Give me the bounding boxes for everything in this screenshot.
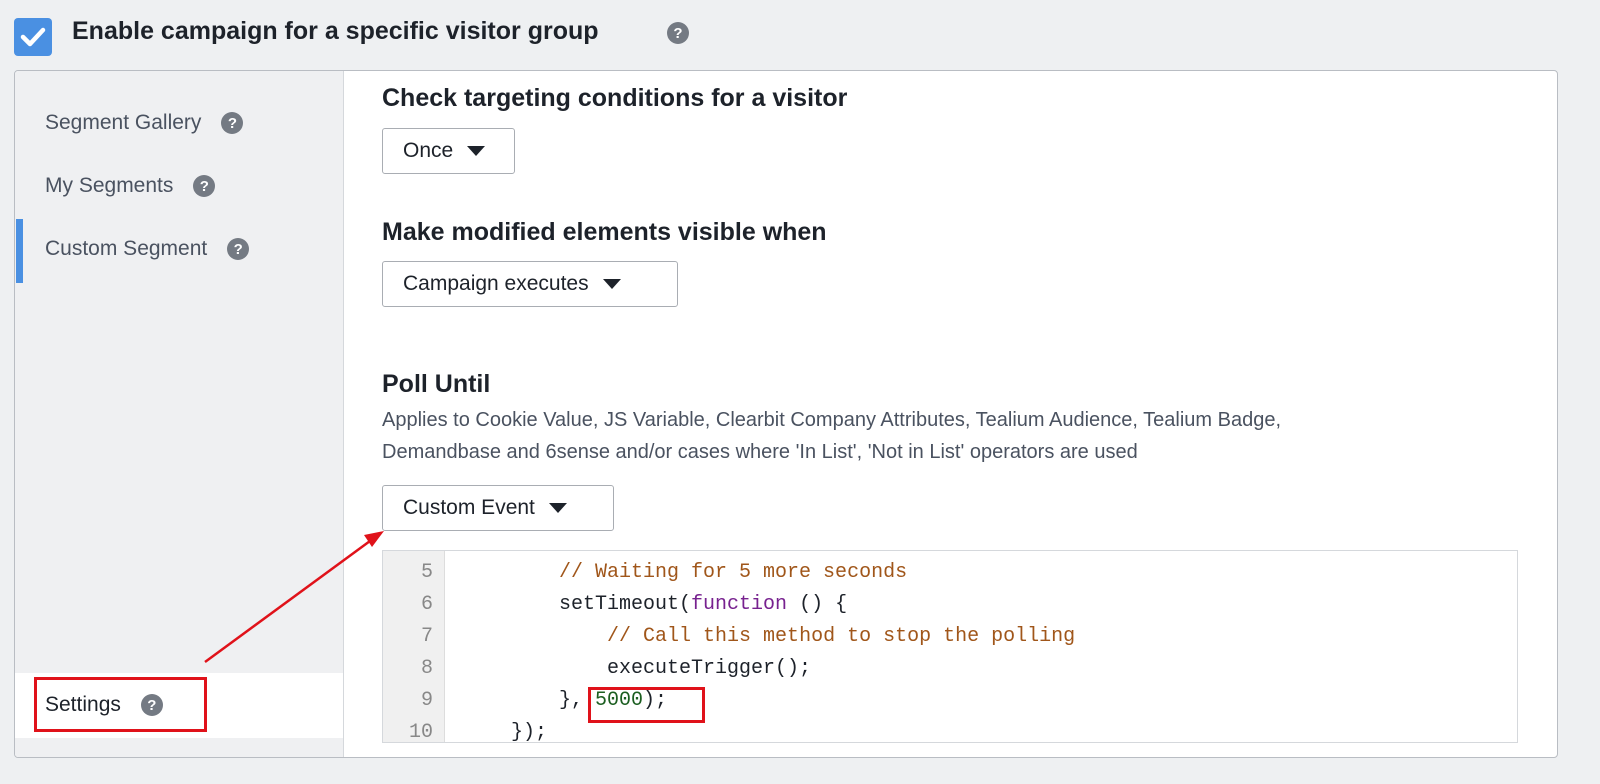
annotation-arrow [204,531,384,664]
